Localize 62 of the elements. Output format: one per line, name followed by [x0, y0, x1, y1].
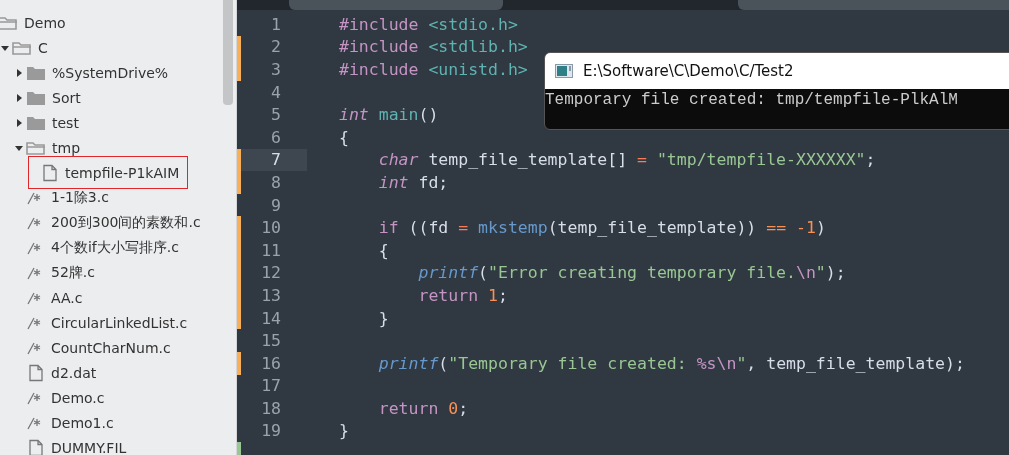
code-line: }: [339, 421, 349, 441]
code-line: return 0;: [377, 398, 469, 418]
folder-name[interactable]: Demo: [24, 14, 66, 31]
line-number: 16: [261, 353, 281, 373]
line-number: 5: [271, 105, 281, 125]
code-line: #include <stdio.h>: [339, 14, 518, 34]
code-line: int fd;: [377, 172, 449, 192]
file-item[interactable]: CircularLinkedList.c: [14, 310, 197, 335]
folder-name[interactable]: tmp: [52, 139, 80, 156]
folder-name[interactable]: test: [52, 114, 79, 131]
file-item[interactable]: 4个数if大小写排序.c: [14, 235, 188, 260]
file-item[interactable]: AA.c: [14, 285, 92, 310]
file-icon: [41, 163, 59, 182]
line-number: 4: [271, 82, 281, 102]
highlighted-file[interactable]: tempfile-P1kAIM: [28, 156, 189, 189]
code-line: printf("Error creating temporary file.\n");: [417, 263, 846, 283]
code-line: if ((fd = mkstemp(temp_file_template)) == -1): [377, 218, 826, 238]
line-number: 10: [261, 218, 281, 238]
line-number: 11: [261, 240, 281, 260]
folder-name[interactable]: %SystemDrive%: [52, 64, 169, 81]
line-number: 7: [271, 150, 281, 170]
scrollbar[interactable]: [223, 0, 233, 105]
code-line: #include <unistd.h>: [339, 60, 528, 79]
line-number: 14: [261, 308, 281, 328]
line-number: 8: [271, 172, 281, 192]
folder-name[interactable]: Sort: [52, 89, 81, 106]
file-item[interactable]: d2.dat: [14, 360, 106, 385]
line-number: 17: [261, 376, 281, 396]
file-item[interactable]: 52牌.c: [14, 260, 104, 285]
file-item[interactable]: 200到300间的素数和.c: [14, 210, 210, 235]
code-line: char temp_file_template[] = "tmp/tempfile-XXXXXX";: [377, 150, 876, 170]
file-item[interactable]: Demo1.c: [14, 410, 123, 435]
line-number: 13: [261, 285, 281, 305]
code-line: return 1;: [417, 285, 508, 305]
collapsed-arrow-icon[interactable]: [14, 92, 24, 103]
line-number: 3: [271, 60, 281, 79]
file-item[interactable]: CountCharNum.c: [14, 335, 180, 360]
line-number: 2: [271, 37, 281, 57]
code-line: {: [377, 240, 389, 260]
file-item[interactable]: Demo.c: [14, 385, 114, 410]
code-line: }: [377, 308, 389, 328]
code-line: {: [339, 127, 349, 147]
line-number: 6: [271, 127, 281, 147]
line-number: 9: [271, 195, 281, 215]
console-output: Temporary file created: tmp/tempfile-PlkAlM: [545, 91, 958, 109]
code-line: printf("Temporary file created: %s\n", temp_file_template);: [377, 353, 965, 373]
line-number: 1: [271, 14, 281, 34]
console-title: E:\Software\C\Demo\C/Test2: [583, 62, 794, 80]
line-number: 19: [261, 421, 281, 441]
code-line: int main(): [339, 105, 439, 125]
line-number: 15: [261, 331, 281, 351]
collapsed-arrow-icon[interactable]: [14, 67, 24, 78]
code-line: #include <stdlib.h>: [339, 37, 528, 57]
file-item[interactable]: DUMMY.FIL: [14, 435, 136, 455]
collapsed-arrow-icon[interactable]: [14, 117, 24, 128]
change-marker: [237, 351, 241, 375]
line-number: 18: [261, 398, 281, 418]
folder-name[interactable]: C: [38, 39, 48, 56]
file-icon: [27, 363, 45, 382]
file-icon: [27, 438, 45, 455]
line-number: 12: [261, 263, 281, 283]
console-icon: [555, 64, 573, 78]
